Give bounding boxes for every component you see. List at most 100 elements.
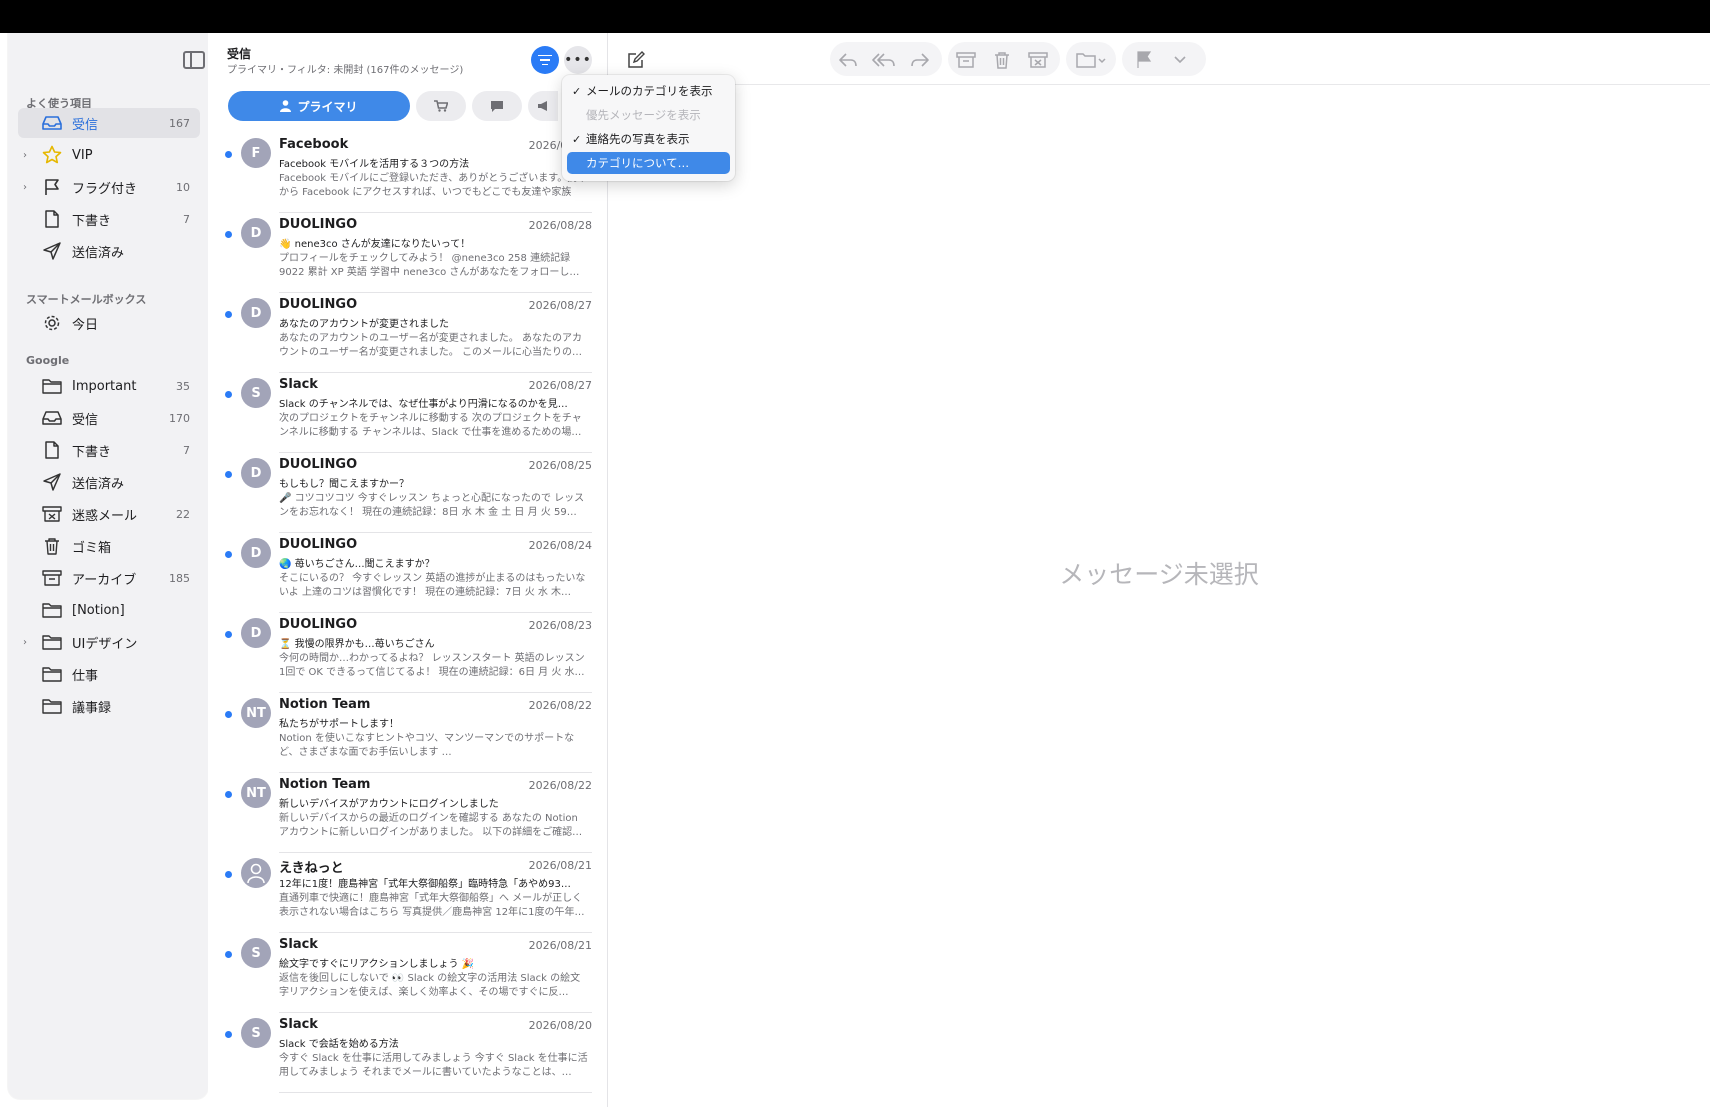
sidebar-item-google-drafts[interactable]: 下書き 7 <box>18 435 200 465</box>
sender-name: Slack <box>279 937 318 952</box>
compose-icon <box>628 51 645 68</box>
reply-all-icon <box>872 53 895 67</box>
archive-button[interactable] <box>954 48 978 72</box>
message-viewer: メッセージ未選択 <box>608 85 1710 1107</box>
message-row[interactable]: S Slack 2026/08/20 Slack で会話を始める方法 今すぐ Slack… <box>208 1013 608 1093</box>
message-preview: 今何の時間か…わかってるよね？ レッスンスタート 英語のレッスン1回で OK で… <box>279 653 585 678</box>
sidebar: よく使う項目 受信 167 › VIP › フラグ付き 10 下書き 7 送信済… <box>8 33 208 1099</box>
folder-icon <box>1076 53 1106 68</box>
avatar <box>241 858 271 888</box>
sender-name: DUOLINGO <box>279 537 358 552</box>
unread-dot <box>225 231 232 238</box>
folder-icon <box>42 376 62 396</box>
menu-item-show-categories[interactable]: ✓ メールのカテゴリを表示 <box>567 80 730 102</box>
folder-icon <box>42 632 62 652</box>
message-row[interactable]: NT Notion Team 2026/08/22 新しいデバイスがアカウントにログイ… <box>208 773 608 853</box>
flag-menu-chevron[interactable] <box>1168 48 1192 72</box>
avatar: D <box>241 218 271 248</box>
flag-icon <box>42 177 62 197</box>
forward-button[interactable] <box>908 48 932 72</box>
compose-button[interactable] <box>624 48 648 72</box>
message-preview: 直通列車で快適に！鹿島神宮「式年大祭御船祭」へ メールが正しく表示されない場合は… <box>279 893 585 918</box>
unread-dot <box>225 711 232 718</box>
message-row[interactable]: D DUOLINGO 2026/08/27 あなたのアカウントが変更されました あなたの… <box>208 293 608 373</box>
chevron-right-icon[interactable]: › <box>23 182 27 193</box>
avatar: NT <box>241 778 271 808</box>
toolbar <box>608 33 1710 85</box>
menu-item-show-contact-photos[interactable]: ✓ 連絡先の写真を表示 <box>567 128 730 150</box>
sidebar-item-trash[interactable]: ゴミ箱 <box>18 531 200 561</box>
sidebar-item-important[interactable]: Important 35 <box>18 371 200 401</box>
sidebar-item-flagged[interactable]: › フラグ付き 10 <box>18 172 200 202</box>
more-options-button[interactable]: ••• <box>564 46 592 74</box>
message-preview: 返信を後回しにしないで 👀 Slack の絵文字の活用法 Slack の絵文字リ… <box>279 973 581 998</box>
sidebar-item-junk[interactable]: 迷惑メール 22 <box>18 499 200 529</box>
message-preview: 次のプロジェクトをチャンネルに移動する 次のプロジェクトをチャンネルに移動する … <box>279 413 582 438</box>
folder-icon <box>42 696 62 716</box>
sidebar-item-vip[interactable]: › VIP <box>18 140 200 170</box>
sidebar-item-work[interactable]: 仕事 <box>18 659 200 689</box>
message-row[interactable]: S Slack 2026/08/27 Slack のチャンネルでは、なぜ仕事がより円滑… <box>208 373 608 453</box>
tab-updates[interactable] <box>472 91 522 121</box>
sender-name: Facebook <box>279 137 349 152</box>
forward-icon <box>911 53 929 67</box>
junk-button[interactable] <box>1026 48 1050 72</box>
delete-button[interactable] <box>990 48 1014 72</box>
chevron-right-icon[interactable]: › <box>23 637 27 648</box>
unread-dot <box>225 551 232 558</box>
section-google: Google <box>26 354 70 367</box>
message-row[interactable]: S Slack 2026/08/21 絵文字ですぐにリアクションしましょう 🎉 返信を後… <box>208 933 608 1013</box>
menu-item-about-categories[interactable]: カテゴリについて… <box>567 152 730 174</box>
document-icon <box>42 440 62 460</box>
unread-dot <box>225 871 232 878</box>
reply-button[interactable] <box>836 48 860 72</box>
unread-dot <box>225 951 232 958</box>
message-subject: ⏳ 我慢の限界かも…苺いちごさん <box>279 639 435 650</box>
move-button[interactable] <box>1073 48 1109 72</box>
mail-window: よく使う項目 受信 167 › VIP › フラグ付き 10 下書き 7 送信済… <box>0 33 1710 1107</box>
message-row[interactable]: D DUOLINGO 2026/08/24 🌏 苺いちごさん…聞こえますか？ そこにいる… <box>208 533 608 613</box>
flag-button[interactable] <box>1132 48 1156 72</box>
tab-transactions[interactable] <box>416 91 466 121</box>
message-row[interactable]: F Facebook 2026/08/29 Facebook モバイルを活用する３つの… <box>208 133 608 213</box>
sidebar-item-inbox[interactable]: 受信 167 <box>18 108 200 138</box>
menu-item-show-priority[interactable]: 優先メッセージを表示 <box>567 104 730 126</box>
sidebar-item-minutes[interactable]: 議事録 <box>18 691 200 721</box>
row-divider <box>279 1092 592 1093</box>
message-date: 2026/08/22 <box>528 699 592 712</box>
sidebar-item-drafts[interactable]: 下書き 7 <box>18 204 200 234</box>
folder-icon <box>42 664 62 684</box>
message-bubble-icon <box>491 100 503 112</box>
message-subject: Slack で会話を始める方法 <box>279 1039 399 1050</box>
filter-button[interactable] <box>531 46 559 74</box>
message-subject: Facebook モバイルを活用する３つの方法 <box>279 159 470 170</box>
archive-icon <box>956 52 976 68</box>
message-date: 2026/08/22 <box>528 779 592 792</box>
message-row[interactable]: D DUOLINGO 2026/08/28 👋 nene3co さんが友達になりたいっ… <box>208 213 608 293</box>
sidebar-item-notion[interactable]: [Notion] <box>18 595 200 625</box>
message-date: 2026/08/20 <box>528 1019 592 1032</box>
sidebar-item-archive[interactable]: アーカイブ 185 <box>18 563 200 593</box>
message-row[interactable]: NT Notion Team 2026/08/22 私たちがサポートします！ Notio… <box>208 693 608 773</box>
sidebar-item-google-inbox[interactable]: 受信 170 <box>18 403 200 433</box>
tab-primary[interactable]: プライマリ <box>228 91 410 121</box>
unread-dot <box>225 631 232 638</box>
message-date: 2026/08/21 <box>528 859 592 872</box>
star-icon <box>42 145 62 165</box>
sidebar-item-sent[interactable]: 送信済み <box>18 236 200 266</box>
message-subject: もしもし？聞こえますかー？ <box>279 479 409 490</box>
sidebar-item-ui-design[interactable]: › UIデザイン <box>18 627 200 657</box>
message-preview: プロフィールをチェックしてみよう！ @nene3co 258 連続記録 9022… <box>279 253 580 278</box>
message-row[interactable]: えきねっと 2026/08/21 12年に1度！鹿島神宮「式年大祭御船祭」臨時特急「… <box>208 853 608 933</box>
message-date: 2026/08/23 <box>528 619 592 632</box>
sidebar-item-today[interactable]: 今日 <box>18 308 200 338</box>
sidebar-toggle-icon[interactable] <box>183 51 205 69</box>
chevron-right-icon[interactable]: › <box>23 150 27 161</box>
sidebar-item-google-sent[interactable]: 送信済み <box>18 467 200 497</box>
message-row[interactable]: D DUOLINGO 2026/08/25 もしもし？聞こえますかー？ 🎤 コツコツコツ… <box>208 453 608 533</box>
message-date: 2026/08/28 <box>528 219 592 232</box>
message-row[interactable]: D DUOLINGO 2026/08/23 ⏳ 我慢の限界かも…苺いちごさん 今何の時間… <box>208 613 608 693</box>
tab-promotions[interactable] <box>528 91 558 121</box>
reply-all-button[interactable] <box>872 48 896 72</box>
junk-icon <box>42 504 62 524</box>
